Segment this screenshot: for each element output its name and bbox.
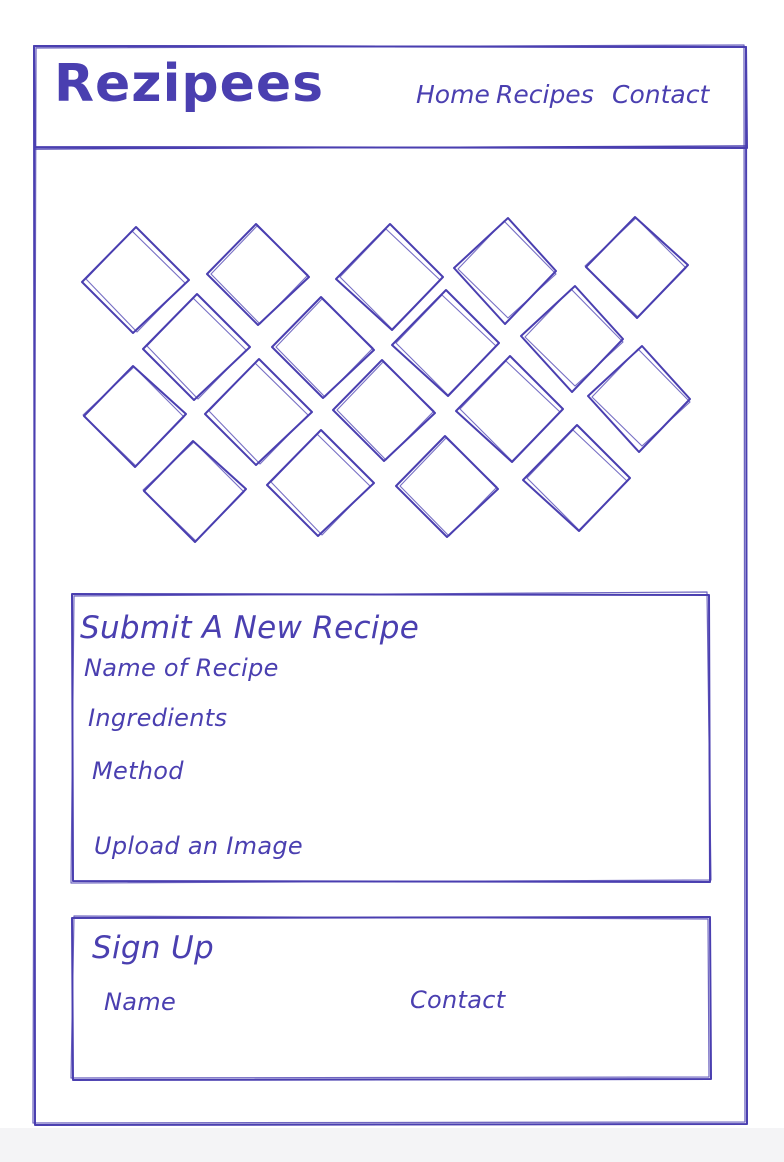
image-placeholder-icon-echo <box>210 225 309 325</box>
signup-title: Sign Up <box>92 930 214 966</box>
nav-home[interactable]: Home <box>416 80 490 109</box>
image-placeholder-icon-echo <box>270 433 371 536</box>
image-placeholder-icon <box>522 424 631 532</box>
site-logo[interactable]: Rezipees <box>54 54 324 114</box>
recipe-name-field[interactable]: Name of Recipe <box>84 654 279 682</box>
image-placeholder-icon <box>585 216 689 319</box>
image-placeholder-icon-echo <box>336 361 435 461</box>
upload-image-field[interactable]: Upload an Image <box>94 832 303 860</box>
signup-contact-field[interactable]: Contact <box>410 986 505 1014</box>
nav-recipes[interactable]: Recipes <box>496 80 594 109</box>
ingredients-field[interactable]: Ingredients <box>88 704 227 732</box>
image-gallery <box>81 216 691 543</box>
image-placeholder-icon <box>143 440 247 543</box>
image-placeholder-icon-echo <box>399 437 498 537</box>
image-placeholder-icon-echo <box>591 348 691 447</box>
image-placeholder-icon <box>391 289 500 397</box>
image-placeholder-icon-echo <box>526 429 628 531</box>
image-placeholder-icon <box>83 365 187 468</box>
image-placeholder-icon-echo <box>142 441 245 542</box>
image-placeholder-icon-echo <box>339 228 441 330</box>
method-field[interactable]: Method <box>92 757 184 785</box>
image-placeholder-icon <box>335 223 444 331</box>
image-placeholder-icon-echo <box>457 220 557 319</box>
image-placeholder-icon-echo <box>275 298 374 398</box>
image-placeholder-icon-echo <box>146 297 247 400</box>
image-placeholder-icon-echo <box>82 366 185 467</box>
nav-contact[interactable]: Contact <box>612 80 709 109</box>
signup-name-field[interactable]: Name <box>104 988 176 1016</box>
image-placeholder-icon-echo <box>524 288 624 387</box>
image-placeholder-icon <box>520 285 624 393</box>
image-placeholder-icon <box>206 223 310 326</box>
recipe-form-title: Submit A New Recipe <box>80 610 420 646</box>
image-placeholder-icon <box>453 217 557 325</box>
image-placeholder-icon-echo <box>208 362 309 465</box>
image-placeholder-icon <box>587 345 691 453</box>
image-placeholder-icon <box>266 429 375 537</box>
image-placeholder-icon-echo <box>584 217 687 318</box>
image-placeholder-icon-echo <box>85 230 186 333</box>
image-placeholder-icon <box>395 435 499 538</box>
image-placeholder-icon-echo <box>459 360 561 462</box>
